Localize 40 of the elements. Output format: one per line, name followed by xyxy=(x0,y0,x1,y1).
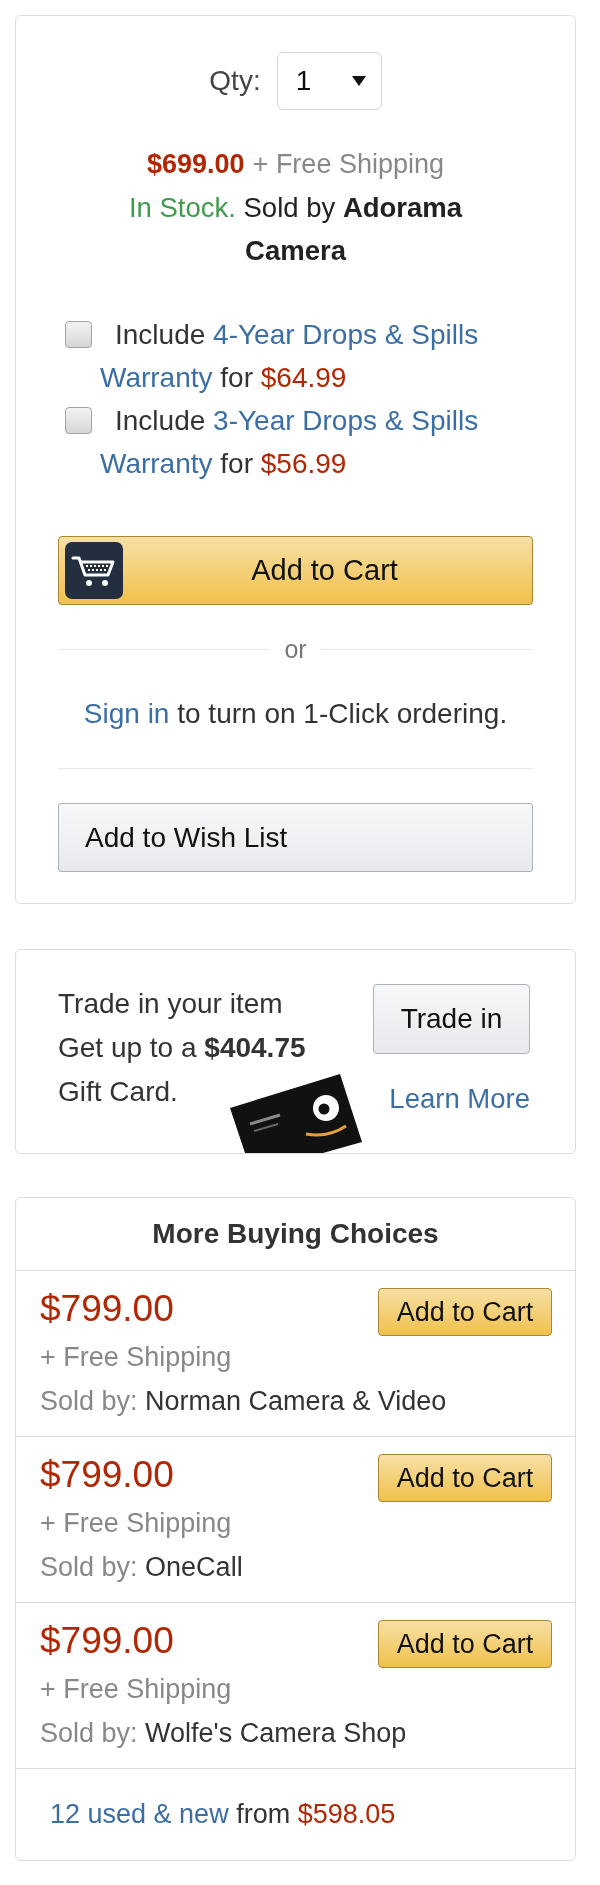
warranty-option-text: Include 3-Year Drops & Spills Warranty for $56.99 xyxy=(100,404,480,481)
checkbox[interactable] xyxy=(65,321,92,348)
seller-text: Sold by: Wolfe's Camera Shop xyxy=(40,1717,407,1750)
used-new-link[interactable]: 12 used & new xyxy=(50,1799,229,1829)
offer-price: $799.00 xyxy=(40,1287,174,1331)
warranty-link[interactable]: 3-Year Drops & Spills xyxy=(213,405,479,436)
trade-in-button[interactable]: Trade in xyxy=(373,984,530,1054)
seller-text: Sold by: Norman Camera & Video xyxy=(40,1385,447,1418)
checkbox[interactable] xyxy=(65,407,92,434)
warranty-link[interactable]: 4-Year Drops & Spills xyxy=(213,319,479,350)
add-to-cart-button[interactable]: Add to Cart xyxy=(378,1620,552,1668)
add-to-cart-button[interactable]: Add to Cart xyxy=(58,536,533,605)
shipping-text: + Free Shipping xyxy=(40,1507,232,1540)
add-to-cart-button[interactable]: Add to Cart xyxy=(378,1288,552,1336)
sign-in-link[interactable]: Sign in xyxy=(83,698,170,729)
shipping-text: + Free Shipping xyxy=(252,149,444,179)
caret-icon xyxy=(351,76,366,86)
learn-more-link[interactable]: Learn More xyxy=(389,1079,530,1119)
section-title: More Buying Choices xyxy=(16,1198,575,1271)
cart-icon xyxy=(65,542,123,599)
offer-price: $799.00 xyxy=(40,1453,174,1497)
add-to-wish-list-button[interactable]: Add to Wish List xyxy=(58,803,533,872)
sign-in-text: Sign in to turn on 1-Click ordering. xyxy=(82,697,509,731)
shipping-text: + Free Shipping xyxy=(40,1673,232,1706)
trade-in-text: Trade in your item xyxy=(58,987,283,1021)
seller-text: Sold by: OneCall xyxy=(40,1551,243,1584)
warranty-link[interactable]: Warranty xyxy=(100,362,213,393)
offer-price: $799.00 xyxy=(40,1619,174,1663)
quantity-select[interactable]: 1 xyxy=(276,52,382,110)
trade-in-text: Get up to a $404.75 xyxy=(58,1031,306,1065)
availability-text: In Stock. Sold by Adorama Camera xyxy=(127,191,464,268)
qty-label: Qty: xyxy=(209,65,261,97)
or-separator-text: or xyxy=(284,634,307,664)
add-to-cart-button[interactable]: Add to Cart xyxy=(378,1454,552,1502)
shipping-text: + Free Shipping xyxy=(40,1341,232,1374)
trade-in-text: Gift Card. xyxy=(58,1075,178,1109)
used-new-text: 12 used & new from $598.05 xyxy=(50,1799,396,1830)
warranty-link[interactable]: Warranty xyxy=(100,448,213,479)
warranty-option-text: Include 4-Year Drops & Spills Warranty for $64.99 xyxy=(100,318,480,395)
price-text: $699.00 xyxy=(147,149,245,179)
